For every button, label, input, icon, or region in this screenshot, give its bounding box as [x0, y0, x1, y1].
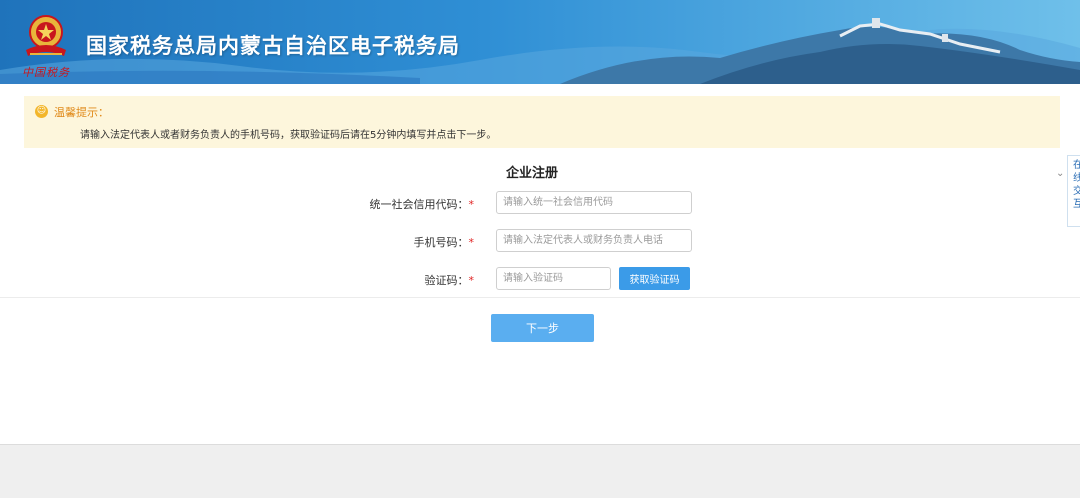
- verification-code-label: 验证码：*: [424, 274, 475, 287]
- online-interaction-tab[interactable]: 在线交互: [1067, 155, 1080, 227]
- divider: [0, 297, 1080, 298]
- tip-body: 请输入法定代表人或者财务负责人的手机号码，获取验证码后请在5分钟内填写并点击下一…: [80, 130, 497, 141]
- phone-input[interactable]: [496, 229, 692, 252]
- next-step-button[interactable]: 下一步: [491, 314, 594, 342]
- chevron-down-icon[interactable]: ⌄: [1056, 168, 1066, 179]
- tax-seal-text: 中国税务: [22, 66, 70, 79]
- tip-box: ☺ 温馨提示： 请输入法定代表人或者财务负责人的手机号码，获取验证码后请在5分钟…: [24, 96, 1060, 148]
- side-tab-label: 在线交互: [1068, 156, 1080, 211]
- required-mark: *: [468, 274, 475, 287]
- credit-code-input[interactable]: [496, 191, 692, 214]
- verification-code-input[interactable]: [496, 267, 611, 290]
- required-mark: *: [468, 198, 475, 211]
- smile-icon: ☺: [35, 105, 48, 118]
- phone-label: 手机号码：*: [413, 236, 475, 249]
- tax-emblem-icon: [26, 15, 66, 56]
- credit-code-label: 统一社会信用代码：*: [369, 198, 475, 211]
- registration-panel: ☺ 温馨提示： 请输入法定代表人或者财务负责人的手机号码，获取验证码后请在5分钟…: [0, 84, 1080, 445]
- form-title: 企业注册: [505, 166, 558, 181]
- header-banner: 中国税务 国家税务总局内蒙古自治区电子税务局: [0, 0, 1080, 84]
- required-mark: *: [468, 236, 475, 249]
- tip-title: 温馨提示：: [54, 106, 109, 119]
- site-title: 国家税务总局内蒙古自治区电子税务局: [86, 34, 460, 58]
- get-code-button[interactable]: 获取验证码: [619, 267, 690, 290]
